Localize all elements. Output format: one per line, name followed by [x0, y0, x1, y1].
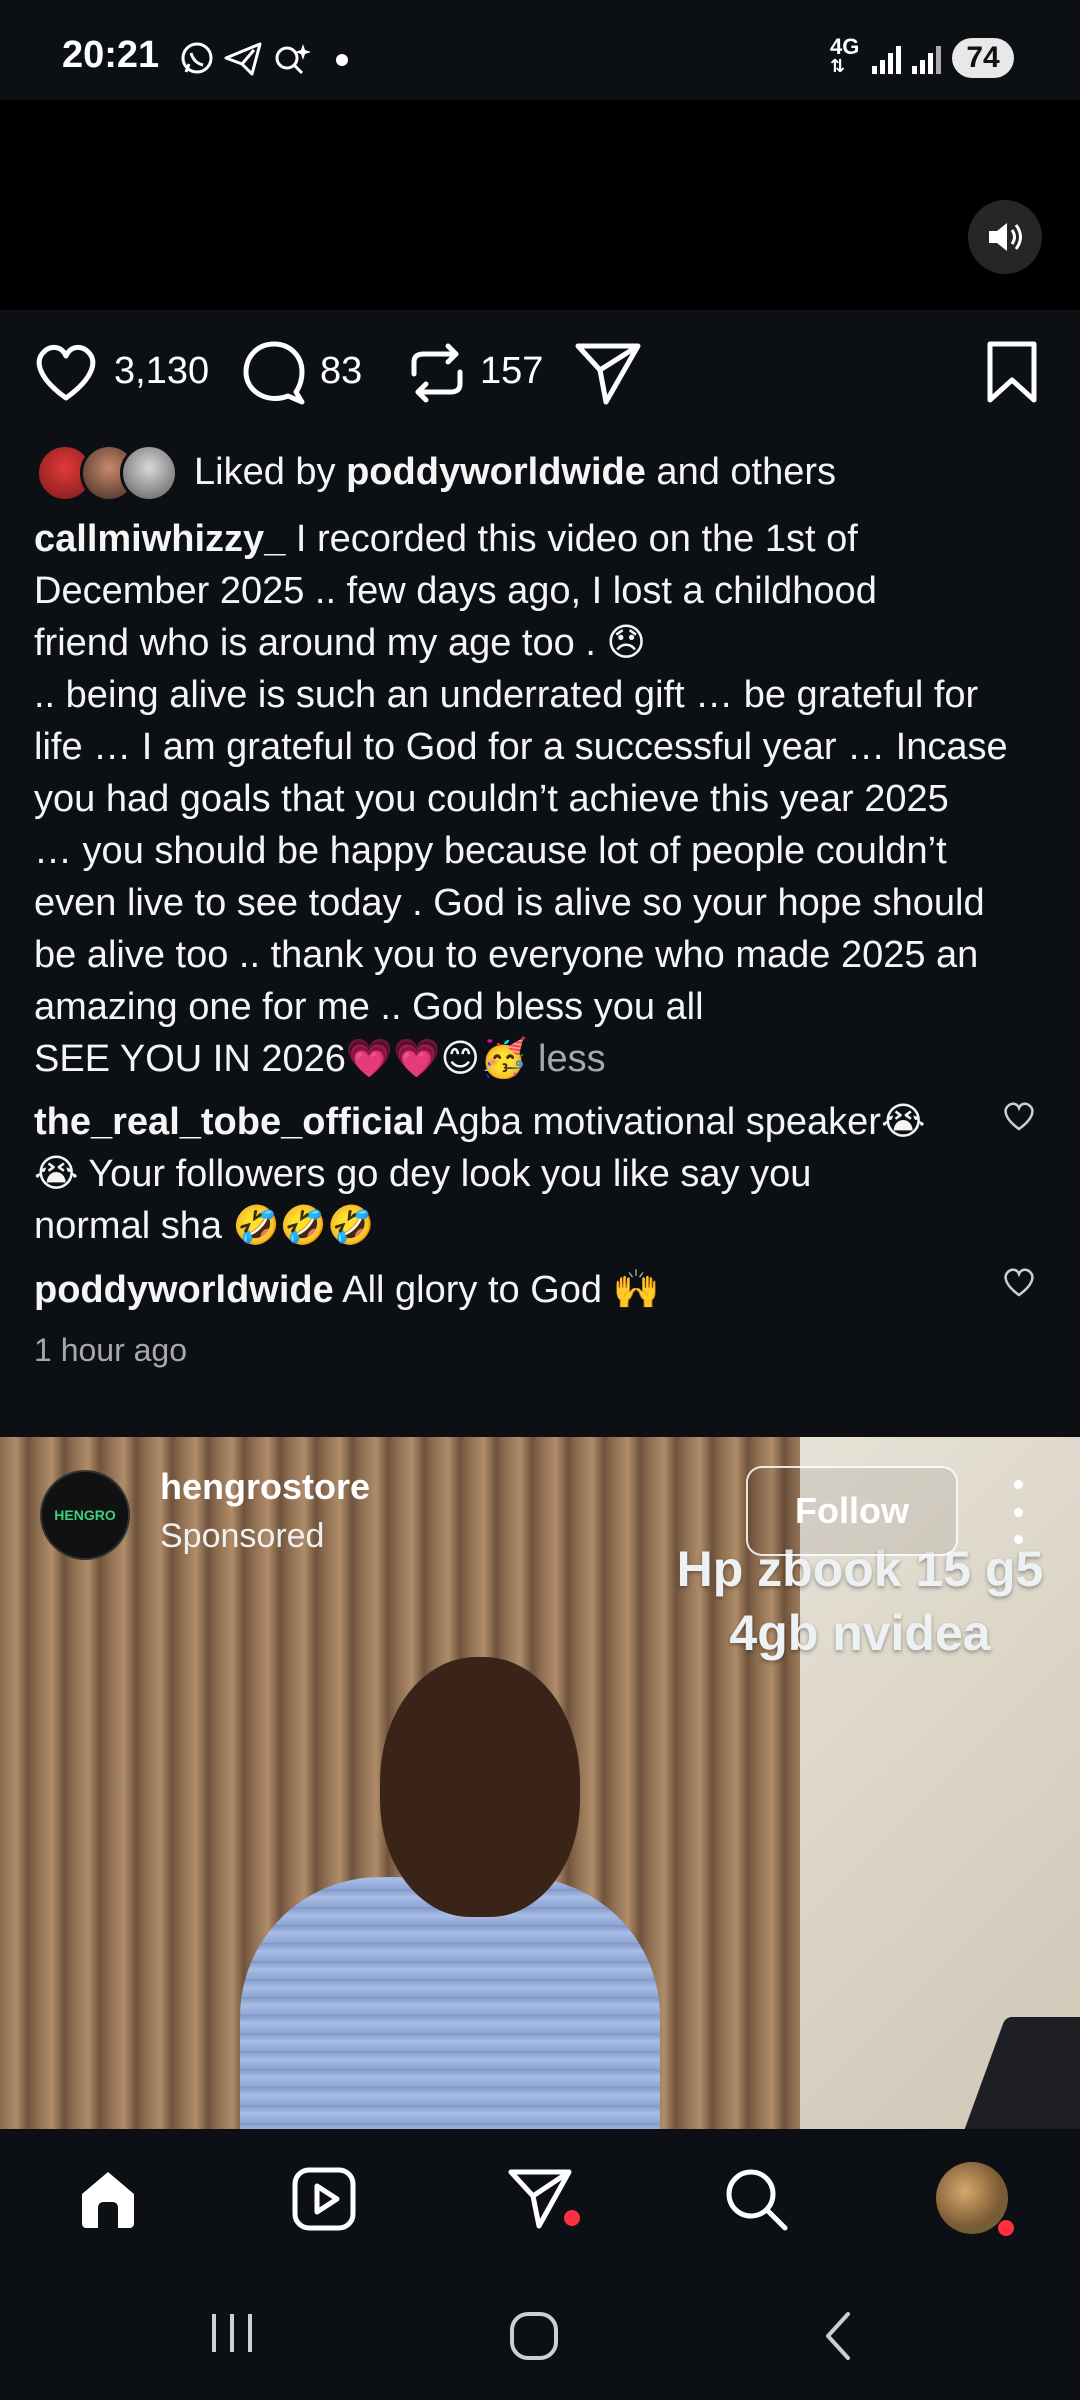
caption-line: December 2025 .. few days ago, I lost a …: [34, 570, 877, 612]
sponsored-label: Sponsored: [160, 1517, 325, 1555]
caption-line: SEE YOU IN 2026💗💗😊🥳 less: [34, 1033, 1054, 1085]
caption-line: you had goals that you couldn’t achieve …: [34, 778, 949, 820]
heart-icon: [1004, 1102, 1034, 1131]
caption-username[interactable]: callmiwhizzy_: [34, 518, 285, 560]
nav-direct[interactable]: [504, 2163, 576, 2235]
like-count[interactable]: 3,130: [114, 350, 209, 393]
ad-person-shirt: [240, 1877, 660, 2129]
network-type: 4G ⇅: [830, 34, 860, 76]
caption-line: callmiwhizzy_ I recorded this video on t…: [34, 513, 1054, 565]
profile-notification-dot: [998, 2220, 1014, 2236]
ad-overlay-text: Hp zbook 15 g5 4gb nvidea: [640, 1537, 1080, 1665]
comment-icon: [243, 341, 305, 405]
liked-by-suffix: and others: [645, 451, 837, 493]
telegram-icon: [224, 42, 262, 76]
whatsapp-icon: [181, 42, 213, 74]
notification-dot-icon: [336, 54, 348, 66]
caption-line: even live to see today . God is alive so…: [34, 882, 985, 924]
nav-reels[interactable]: [288, 2163, 360, 2235]
heart-icon: [1004, 1268, 1034, 1297]
home-button-icon[interactable]: [508, 2310, 560, 2362]
ad-username[interactable]: hengrostore: [160, 1466, 370, 1508]
liker-avatar-3[interactable]: [120, 444, 178, 502]
share-button[interactable]: [574, 340, 644, 408]
comment-line: the_real_tobe_official Agba motivational…: [34, 1096, 974, 1148]
bookmark-icon: [987, 341, 1037, 403]
comment-username[interactable]: the_real_tobe_official: [34, 1101, 425, 1143]
more-options-button[interactable]: [1000, 1480, 1036, 1544]
comment-line: poddyworldwide All glory to God 🙌: [34, 1264, 974, 1316]
caption: callmiwhizzy_ I recorded this video on t…: [34, 513, 1054, 1085]
video-player[interactable]: [0, 100, 1080, 310]
status-time: 20:21: [62, 34, 160, 76]
post-timestamp: 1 hour ago: [34, 1332, 188, 1368]
signal-icon: [872, 46, 901, 74]
ad-account-avatar[interactable]: HENGRO: [40, 1470, 130, 1560]
comment-count[interactable]: 83: [320, 350, 362, 393]
audio-toggle-button[interactable]: [968, 200, 1042, 274]
battery-indicator: 74: [952, 38, 1014, 78]
search-icon: [726, 2169, 788, 2231]
more-dot-icon: [1013, 1535, 1023, 1544]
more-dot-icon: [1013, 1480, 1023, 1489]
caption-line: life … I am grateful to God for a succes…: [34, 726, 1008, 768]
comment-item[interactable]: poddyworldwide All glory to God 🙌: [34, 1264, 974, 1316]
caption-line: amazing one for me .. God bless you all: [34, 986, 704, 1028]
comment-button[interactable]: [240, 340, 308, 406]
comment-item[interactable]: the_real_tobe_official Agba motivational…: [34, 1096, 974, 1252]
caption-line: friend who is around my age too . 😞: [34, 622, 647, 664]
caption-line: … you should be happy because lot of peo…: [34, 830, 947, 872]
recent-apps-icon[interactable]: [206, 2310, 260, 2356]
repost-button[interactable]: [404, 340, 470, 406]
send-icon: [575, 343, 641, 405]
comment-line: normal sha 🤣🤣🤣: [34, 1205, 375, 1247]
ad-overlay-line: 4gb nvidea: [729, 1605, 991, 1661]
comment-text: All glory to God 🙌: [333, 1269, 660, 1311]
reels-icon: [292, 2167, 356, 2231]
signal-icon-2: [912, 46, 941, 74]
like-button[interactable]: [32, 340, 100, 404]
more-dot-icon: [1013, 1507, 1023, 1517]
caption-line: .. being alive is such an underrated gif…: [34, 674, 979, 716]
ad-logo-text: HENGRO: [54, 1507, 116, 1523]
follow-button[interactable]: Follow: [746, 1466, 958, 1556]
comment-text: Agba motivational speaker😭: [424, 1101, 926, 1143]
comment-username[interactable]: poddyworldwide: [34, 1269, 334, 1311]
caption-text: I recorded this video on the 1st of: [285, 518, 858, 560]
repost-icon: [411, 343, 463, 403]
comment-like-button[interactable]: [1002, 1266, 1036, 1298]
ad-person-head: [380, 1657, 580, 1917]
nav-home[interactable]: [72, 2163, 144, 2235]
comment-line: 😭 Your followers go dey look you like sa…: [34, 1153, 812, 1195]
liked-by-prefix: Liked by: [194, 451, 347, 493]
caption-line: be alive too .. thank you to everyone wh…: [34, 934, 979, 976]
nav-profile-avatar[interactable]: [936, 2162, 1008, 2234]
nav-search[interactable]: [720, 2163, 792, 2235]
direct-notification-dot: [564, 2210, 580, 2226]
less-link[interactable]: less: [527, 1038, 606, 1080]
heart-icon: [36, 345, 96, 401]
save-button[interactable]: [984, 340, 1040, 406]
back-icon[interactable]: [820, 2310, 856, 2362]
direct-icon: [508, 2169, 572, 2229]
liked-by-text[interactable]: Liked by poddyworldwide and others: [194, 446, 836, 498]
liked-by-user[interactable]: poddyworldwide: [346, 451, 646, 493]
home-icon: [82, 2172, 134, 2228]
sparkle-search-icon: [275, 44, 311, 75]
speaker-icon: [989, 223, 1022, 251]
comment-like-button[interactable]: [1002, 1100, 1036, 1132]
caption-text: SEE YOU IN 2026💗💗😊🥳: [34, 1038, 528, 1080]
repost-count[interactable]: 157: [480, 350, 543, 393]
